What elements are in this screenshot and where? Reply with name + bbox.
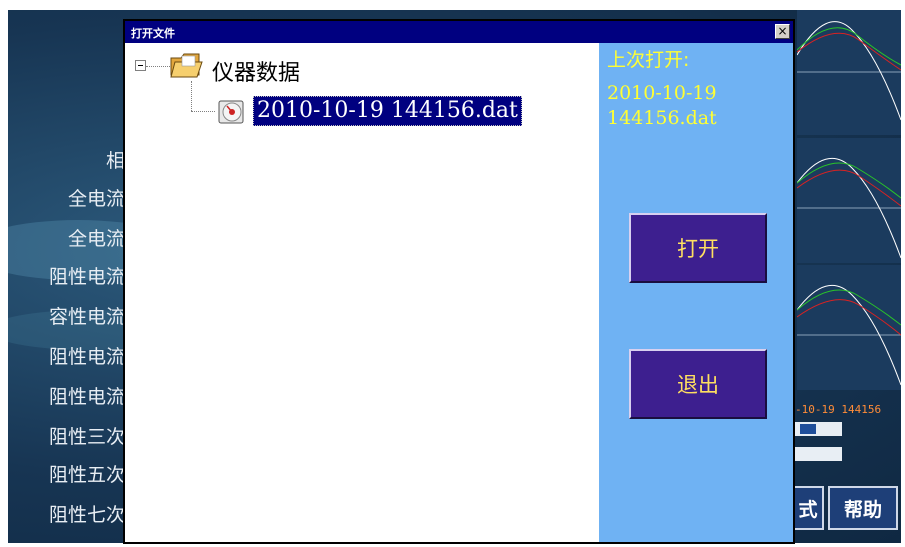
dialog-title: 打开文件 bbox=[131, 27, 175, 40]
background-file-text: -10-19 144156 bbox=[795, 403, 882, 416]
waveform-panel bbox=[797, 10, 901, 135]
side-label: 全电流 bbox=[67, 188, 125, 210]
disk-file-icon[interactable] bbox=[215, 95, 249, 127]
tree-connector bbox=[191, 111, 215, 113]
progress-bar bbox=[792, 447, 842, 461]
file-tree[interactable]: 仪器数据 2010-10-19 144156.dat bbox=[129, 45, 597, 541]
tree-root-label[interactable]: 仪器数据 bbox=[212, 55, 300, 87]
tree-connector bbox=[191, 81, 193, 111]
open-button[interactable]: 打开 bbox=[629, 213, 767, 283]
side-label: 阻性七次 bbox=[48, 504, 125, 526]
folder-open-icon[interactable] bbox=[169, 51, 203, 79]
background-mode-button[interactable]: 式 bbox=[792, 486, 824, 530]
last-open-filename: 2010-10-19 144156.dat bbox=[607, 82, 717, 129]
close-button[interactable]: × bbox=[775, 24, 790, 39]
waveform-panel bbox=[797, 265, 901, 390]
last-open-label: 上次打开: bbox=[607, 49, 690, 71]
info-panel: 上次打开: 2010-10-19 144156.dat 打开 退出 bbox=[599, 43, 793, 542]
side-label: 容性电流 bbox=[48, 306, 125, 328]
progress-fill bbox=[800, 424, 816, 434]
tree-file-item[interactable]: 2010-10-19 144156.dat bbox=[253, 96, 522, 126]
dialog-titlebar[interactable]: 打开文件 × bbox=[125, 21, 793, 43]
side-label: 阻性三次 bbox=[48, 426, 125, 448]
help-button[interactable]: 帮助 bbox=[828, 486, 898, 530]
side-label: 阻性电流 bbox=[48, 346, 125, 368]
progress-bar bbox=[792, 422, 842, 436]
exit-button[interactable]: 退出 bbox=[629, 349, 767, 419]
open-file-dialog: 打开文件 × 仪器数据 2010-10-19 144156.dat 上次打开: … bbox=[123, 19, 795, 544]
waveform-panels bbox=[797, 10, 901, 543]
side-label: 全电流 bbox=[67, 228, 125, 250]
collapse-toggle-icon[interactable] bbox=[135, 60, 146, 71]
side-label: 阻性电流 bbox=[48, 266, 125, 288]
waveform-panel bbox=[797, 138, 901, 263]
side-label: 阻性电流 bbox=[48, 386, 125, 408]
side-label: 阻性五次 bbox=[48, 464, 125, 486]
